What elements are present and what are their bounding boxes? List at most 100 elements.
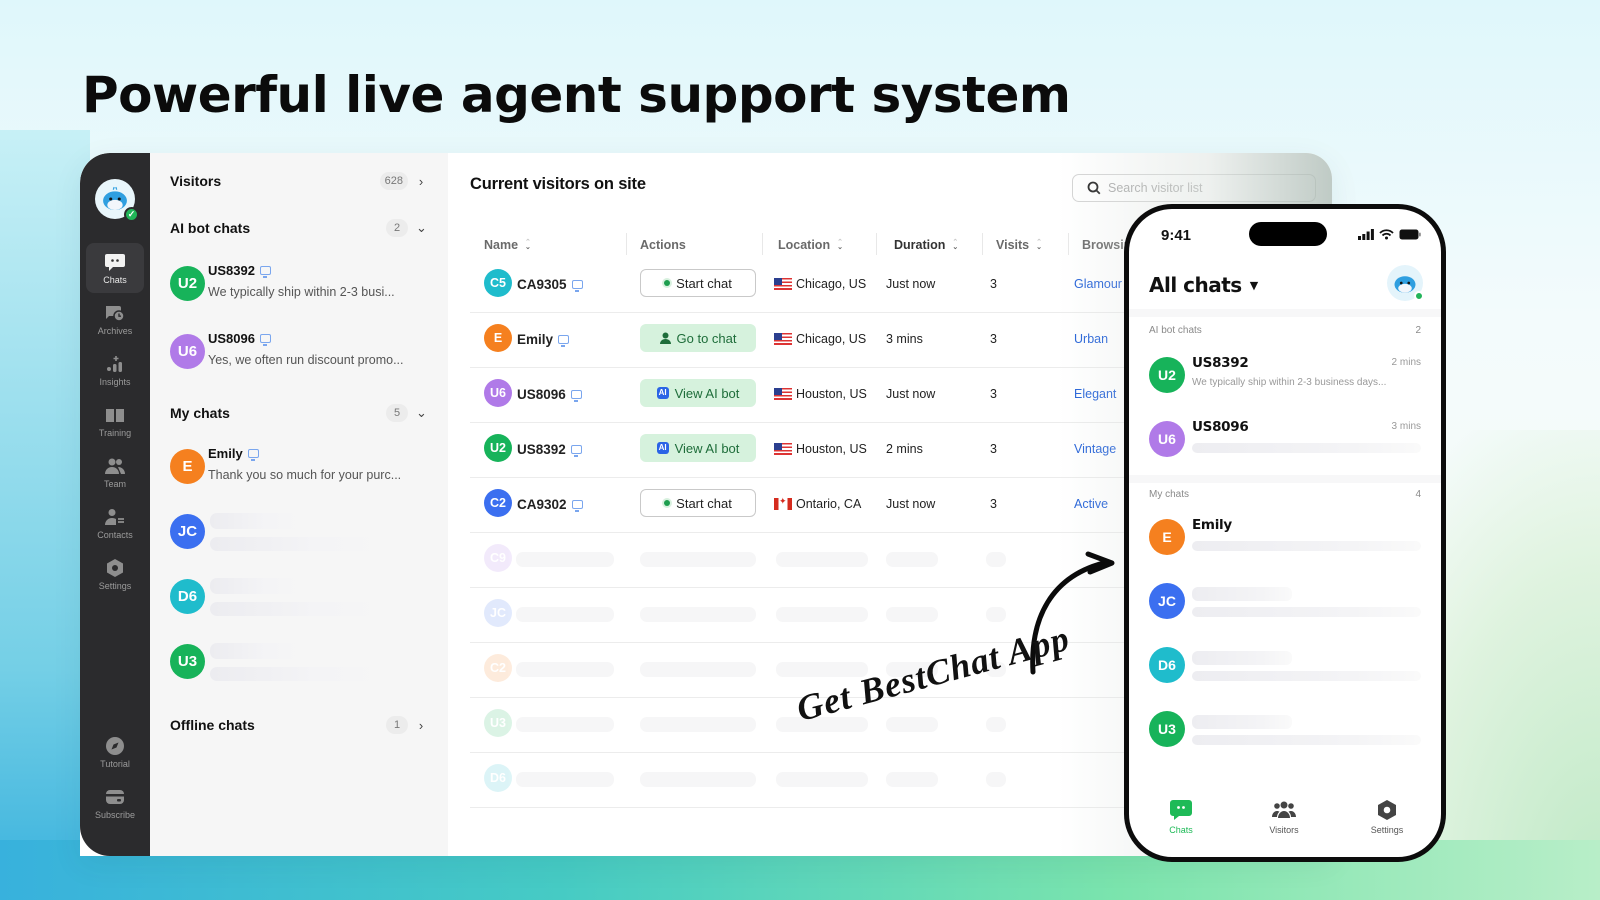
visitor-location: Chicago, US: [774, 257, 866, 311]
start-chat-button[interactable]: Start chat: [640, 489, 756, 517]
chat-bubble-icon: [105, 253, 125, 271]
whale-mascot-icon[interactable]: [1387, 265, 1424, 301]
rail-item-team[interactable]: Team: [86, 447, 144, 497]
phone-chat-item[interactable]: E Emily: [1149, 515, 1421, 565]
sort-icon: ⌃ ⌄: [525, 239, 531, 251]
avatar: JC: [484, 599, 512, 627]
rail-item-chats[interactable]: Chats: [86, 243, 144, 293]
contacts-icon: [105, 508, 124, 525]
chat-list-panel: Visitors 628 › AI bot chats 2 ⌄ U2 US8392 …: [150, 153, 448, 856]
my-chats-count-badge: 5: [386, 404, 408, 422]
avatar: E: [170, 449, 205, 484]
rail-item-tutorial[interactable]: Tutorial: [86, 727, 144, 777]
skeleton-line: [776, 772, 868, 787]
my-chats-section-header[interactable]: My chats 5 ⌄: [170, 401, 427, 425]
page-title: Current visitors on site: [470, 175, 646, 193]
phone-status-bar: 9:41: [1129, 209, 1441, 265]
phone-chat-item[interactable]: U2 US8392 2 mins We typically ship withi…: [1149, 353, 1421, 403]
skeleton-line: [1192, 651, 1292, 665]
avatar: E: [1149, 519, 1185, 555]
skeleton-line: [986, 552, 1006, 567]
chat-item-loading[interactable]: JC: [170, 511, 430, 555]
wifi-icon: [1379, 229, 1394, 240]
visitors-count-badge: 628: [379, 172, 408, 190]
column-header-visits[interactable]: Visits ⌃ ⌄: [996, 235, 1042, 255]
skeleton-line: [776, 552, 868, 567]
chat-item-loading[interactable]: D6: [170, 576, 430, 620]
phone-chat-item-loading[interactable]: JC: [1149, 579, 1421, 629]
go-to-chat-button[interactable]: Go to chat: [640, 324, 756, 352]
mobile-phone-mockup: 9:41 All chats ▼ AI bot chats 2 U2 US8392 …: [1124, 204, 1446, 862]
chat-item-loading[interactable]: U3: [170, 641, 430, 685]
tab-chats[interactable]: Chats: [1146, 799, 1216, 835]
all-chats-dropdown[interactable]: All chats ▼: [1149, 273, 1258, 297]
avatar: D6: [1149, 647, 1185, 683]
visitors-section-header[interactable]: Visitors 628 ›: [170, 169, 426, 193]
rail-item-archives[interactable]: Archives: [86, 294, 144, 344]
visitor-name[interactable]: US8392: [517, 422, 582, 476]
view-ai-bot-button[interactable]: AI View AI bot: [640, 434, 756, 462]
desktop-monitor-icon: [259, 266, 271, 278]
settings-hex-icon: [1378, 800, 1396, 820]
rail-item-insights[interactable]: Insights: [86, 345, 144, 395]
chat-item[interactable]: U6 US8096 Yes, we often run discount pro…: [170, 331, 430, 375]
skeleton-line: [886, 552, 938, 567]
skeleton-line: [886, 717, 938, 732]
visitor-name[interactable]: CA9305: [517, 257, 583, 311]
skeleton-line: [640, 717, 756, 732]
column-header-duration[interactable]: Duration ⌃ ⌄: [894, 235, 958, 255]
whale-mascot-icon[interactable]: ✓: [95, 179, 139, 222]
visitor-name[interactable]: Emily: [517, 312, 570, 366]
flag-us-icon: [774, 333, 792, 345]
rail-item-training[interactable]: Training: [86, 396, 144, 446]
avatar: JC: [1149, 583, 1185, 619]
settings-hex-icon: [107, 558, 123, 577]
start-chat-button[interactable]: Start chat: [640, 269, 756, 297]
ai-badge-icon: AI: [656, 442, 669, 454]
background-left-glow: [0, 130, 90, 900]
visitor-location: Houston, US: [774, 422, 867, 476]
ai-bot-chats-section-header[interactable]: AI bot chats 2 ⌄: [170, 216, 427, 240]
visitor-visits: 3: [990, 497, 997, 511]
phone-chat-item[interactable]: U6 US8096 3 mins: [1149, 417, 1421, 467]
view-ai-bot-button[interactable]: AI View AI bot: [640, 379, 756, 407]
tab-settings[interactable]: Settings: [1352, 799, 1422, 835]
rail-item-settings[interactable]: Settings: [86, 549, 144, 599]
visitor-name[interactable]: US8096: [517, 367, 582, 421]
phone-chat-item-loading[interactable]: U3: [1149, 707, 1421, 757]
headline: Powerful live agent support system: [82, 66, 1071, 124]
column-header-name[interactable]: Name ⌃ ⌄: [484, 235, 531, 255]
chat-item[interactable]: U2 US8392 We typically ship within 2-3 b…: [170, 263, 430, 307]
battery-icon: [1399, 229, 1421, 240]
avatar: U6: [484, 379, 512, 407]
column-divider: [982, 233, 983, 255]
visitor-location: Ontario, CA: [774, 477, 861, 531]
skeleton-line: [1192, 587, 1292, 601]
card-icon: [106, 789, 124, 804]
skeleton-line: [516, 552, 614, 567]
avatar: U6: [1149, 421, 1185, 457]
rail-item-subscribe[interactable]: Subscribe: [86, 778, 144, 828]
insights-chart-icon: [107, 355, 122, 372]
visitor-name[interactable]: CA9302: [517, 477, 583, 531]
skeleton-line: [986, 772, 1006, 787]
rail-item-contacts[interactable]: Contacts: [86, 498, 144, 548]
phone-chat-item-loading[interactable]: D6: [1149, 643, 1421, 693]
chevron-down-icon: ⌄: [416, 405, 427, 420]
tab-visitors[interactable]: Visitors: [1249, 799, 1319, 835]
visitor-location: Houston, US: [774, 367, 867, 421]
caret-down-icon: ▼: [1249, 278, 1258, 292]
offline-count-badge: 1: [386, 716, 408, 734]
offline-chats-section-header[interactable]: Offline chats 1 ›: [170, 713, 426, 737]
status-time: 9:41: [1161, 227, 1192, 244]
column-header-location[interactable]: Location ⌃ ⌄: [778, 235, 843, 255]
column-divider: [762, 233, 763, 255]
team-icon: [105, 458, 125, 474]
signal-icon: [1358, 229, 1374, 240]
skeleton-line: [1192, 671, 1421, 681]
avatar: C5: [484, 269, 512, 297]
skeleton-line: [886, 607, 938, 622]
sort-icon: ⌃ ⌄: [952, 239, 959, 251]
chat-item[interactable]: E Emily Thank you so much for your purc.…: [170, 446, 430, 490]
desktop-monitor-icon: [571, 499, 583, 512]
